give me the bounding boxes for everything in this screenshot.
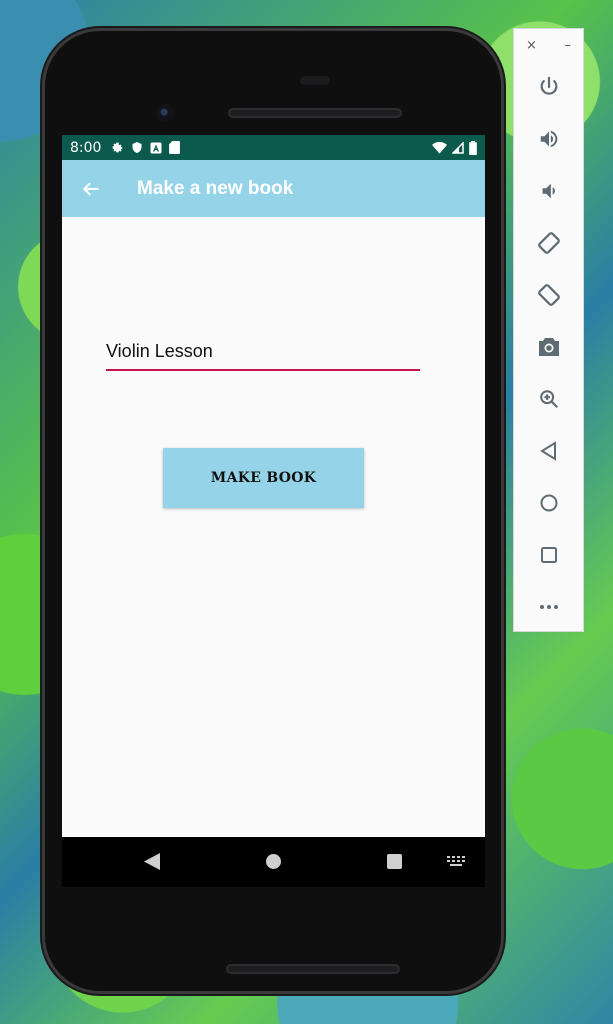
rotate-right-button[interactable]: [514, 269, 583, 321]
signal-icon: [452, 141, 464, 154]
overview-button[interactable]: [514, 529, 583, 581]
keyboard-icon[interactable]: [447, 856, 465, 866]
battery-icon: [469, 140, 477, 155]
a-icon: [150, 142, 162, 153]
front-camera: [156, 104, 174, 122]
volume-down-button[interactable]: [514, 165, 583, 217]
triangle-back-icon: [539, 441, 556, 461]
volume-down-icon: [542, 183, 555, 199]
navigation-bar: [62, 837, 485, 887]
toolbar-window-controls: × –: [514, 29, 583, 61]
top-slot: [300, 76, 330, 85]
minimize-icon[interactable]: –: [565, 38, 572, 53]
rotate-left-icon: [537, 232, 560, 254]
bottom-speaker: [226, 964, 400, 974]
book-name-input[interactable]: [106, 341, 420, 362]
close-icon[interactable]: ×: [526, 38, 537, 53]
screenshot-button[interactable]: [514, 321, 583, 373]
overview-icon[interactable]: [387, 854, 402, 869]
more-button[interactable]: [514, 581, 583, 633]
back-arrow-icon[interactable]: [79, 177, 103, 201]
wifi-icon: [432, 141, 447, 154]
volume-up-icon: [540, 130, 557, 148]
back-icon[interactable]: [144, 853, 160, 870]
top-speaker: [228, 108, 402, 118]
square-overview-icon: [540, 547, 557, 563]
rotate-left-button[interactable]: [514, 217, 583, 269]
status-bar: 8:00: [62, 135, 485, 160]
zoom-icon: [539, 390, 558, 409]
zoom-button[interactable]: [514, 373, 583, 425]
power-icon: [540, 76, 557, 95]
more-icon: [539, 605, 558, 609]
back-button[interactable]: [514, 425, 583, 477]
home-button[interactable]: [514, 477, 583, 529]
device-screen: 8:00 Make a new book MAKE BOOK: [62, 135, 485, 837]
emulator-toolbar: × –: [513, 28, 584, 632]
shield-icon: [132, 142, 142, 153]
book-name-field[interactable]: [106, 337, 420, 371]
camera-icon: [538, 338, 559, 356]
sd-card-icon: [169, 141, 181, 154]
rotate-right-icon: [537, 284, 560, 306]
make-book-button[interactable]: MAKE BOOK: [163, 448, 364, 508]
circle-home-icon: [540, 494, 557, 512]
status-time: 8:00: [70, 139, 102, 156]
page-title: Make a new book: [137, 177, 294, 199]
volume-up-button[interactable]: [514, 113, 583, 165]
home-icon[interactable]: [266, 854, 281, 869]
app-bar: Make a new book: [62, 160, 485, 217]
power-button[interactable]: [514, 61, 583, 113]
gear-icon: [113, 142, 123, 153]
